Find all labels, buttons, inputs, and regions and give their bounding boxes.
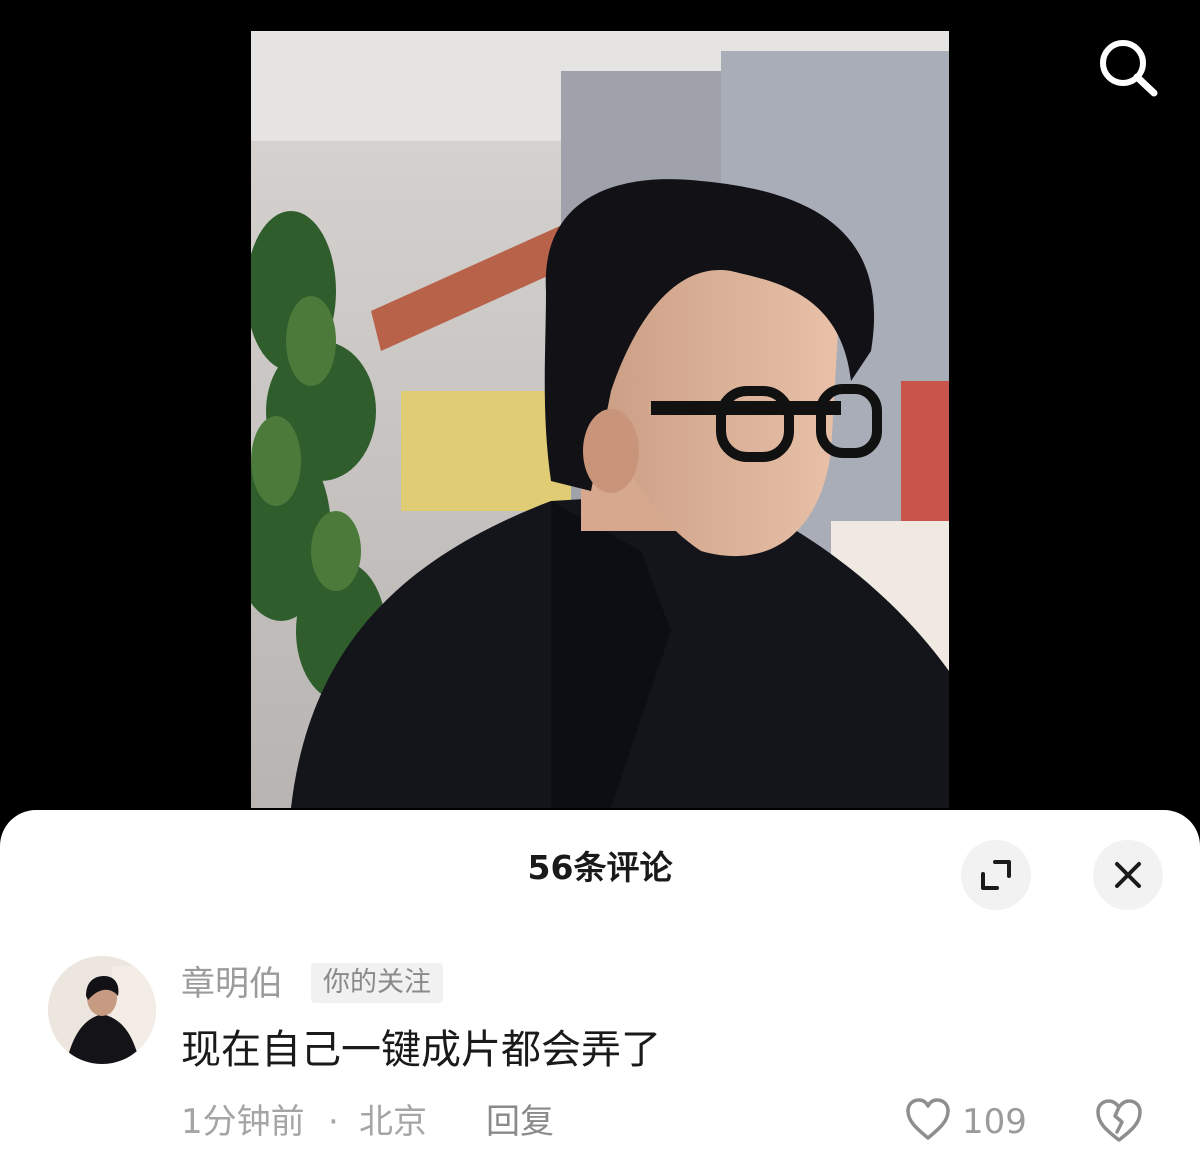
reply-button[interactable]: 回复 <box>486 1100 554 1144</box>
broken-heart-icon <box>1096 1099 1142 1142</box>
comment-item: 章明伯 你的关注 现在自己一键成片都会弄了 1分钟前 · 北京 回复 109 <box>0 950 1200 1170</box>
heart-outline-icon <box>906 1098 950 1140</box>
avatar-photo <box>48 956 156 1064</box>
avatar[interactable] <box>48 956 156 1064</box>
comments-sheet: 56条评论 章明伯 你的关注 现在自己一键成片都会弄了 1分钟前 · 北京 回复… <box>0 810 1200 1170</box>
search-button[interactable] <box>1090 30 1166 106</box>
comment-text[interactable]: 现在自己一键成片都会弄了 <box>181 1023 661 1077</box>
expand-button[interactable] <box>961 840 1031 910</box>
comment-location: 北京 <box>359 1102 427 1142</box>
meta-separator: · <box>328 1102 339 1142</box>
comment-author[interactable]: 章明伯 <box>181 962 283 1006</box>
close-icon <box>1115 862 1141 888</box>
dislike-button[interactable] <box>1094 1096 1144 1146</box>
comment-time: 1分钟前 <box>181 1102 305 1142</box>
portrait-photo <box>251 31 949 808</box>
following-badge: 你的关注 <box>311 963 443 1003</box>
close-button[interactable] <box>1093 840 1163 910</box>
app-screen: 56条评论 章明伯 你的关注 现在自己一键成片都会弄了 1分钟前 · 北京 回复… <box>0 0 1200 1170</box>
like-count: 109 <box>962 1102 1027 1142</box>
search-icon <box>1100 40 1158 97</box>
post-photo[interactable] <box>251 31 949 808</box>
expand-icon <box>981 860 1011 890</box>
